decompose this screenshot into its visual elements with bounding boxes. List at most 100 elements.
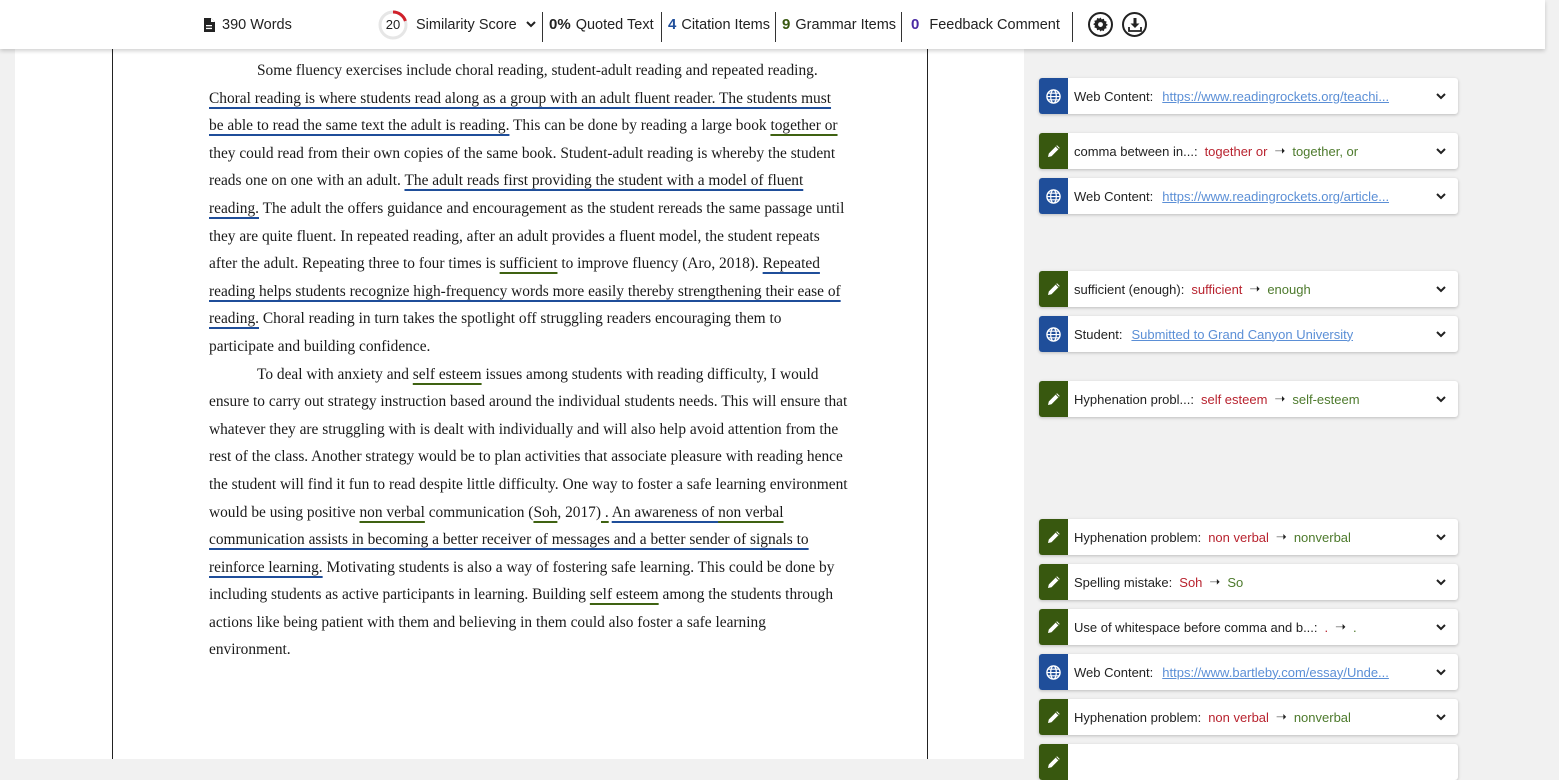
suggested-text[interactable]: nonverbal <box>1294 710 1351 725</box>
chevron-down-icon[interactable] <box>1436 664 1446 679</box>
original-text: sufficient <box>1191 281 1243 297</box>
feedback-card[interactable]: Web Content: https://www.bartleby.com/ess… <box>1039 654 1458 690</box>
grammar-highlight[interactable]: Soh <box>533 504 557 521</box>
pencil-icon <box>1039 381 1068 417</box>
source-link[interactable]: https://www.readingrockets.org/article..… <box>1162 189 1389 204</box>
chevron-down-icon <box>526 21 536 28</box>
original-text: Soh <box>1179 574 1203 590</box>
suggested-text[interactable]: together, or <box>1292 144 1358 159</box>
paragraph: To deal with anxiety and self esteem iss… <box>209 365 848 659</box>
feedback-card-label: Use of whitespace before comma and b...: <box>1074 619 1318 635</box>
arrow-right-icon: ➝ <box>1249 281 1261 296</box>
pencil-icon <box>1039 609 1068 645</box>
toolbar-divider <box>775 12 776 42</box>
suggested-text[interactable]: enough <box>1267 282 1310 297</box>
arrow-right-icon: ➝ <box>1274 391 1286 406</box>
source-link[interactable]: Submitted to Grand Canyon University <box>1131 327 1353 342</box>
download-button[interactable] <box>1122 0 1147 49</box>
pencil-icon <box>1039 519 1068 555</box>
word-count: 390 Words <box>203 0 292 49</box>
download-icon <box>1127 17 1142 32</box>
feedback-card[interactable]: Hyphenation problem: non verbal ➝ nonverbal <box>1039 699 1458 735</box>
settings-button[interactable] <box>1088 0 1113 49</box>
arrow-right-icon: ➝ <box>1275 709 1287 724</box>
feedback-card-label: sufficient (enough): <box>1074 281 1185 297</box>
document-body: Some fluency exercises include choral re… <box>209 57 849 664</box>
toolbar-divider <box>661 12 662 42</box>
quoted-text-label: Quoted Text <box>575 16 654 33</box>
chevron-down-icon[interactable] <box>1436 88 1446 103</box>
feedback-card[interactable]: Use of whitespace before comma and b...:… <box>1039 609 1458 645</box>
feedback-card-label: Web Content: <box>1074 88 1154 104</box>
feedback-card[interactable] <box>1039 744 1458 780</box>
grammar-items-value: 9 <box>782 16 791 33</box>
chevron-down-icon[interactable] <box>1436 326 1446 341</box>
feedback-card[interactable]: Hyphenation probl...: self esteem ➝ self-es… <box>1039 381 1458 417</box>
pencil-icon <box>1039 133 1068 169</box>
chevron-down-icon[interactable] <box>1436 619 1446 634</box>
page-border-left <box>112 49 113 759</box>
top-toolbar: 390 Words 20 Similarity Score 0% Quoted … <box>0 0 1545 49</box>
similarity-score-dropdown[interactable]: 20 Similarity Score <box>378 0 536 49</box>
grammar-highlight[interactable]: non verbal <box>718 504 783 521</box>
feedback-card-label: Web Content: <box>1074 664 1154 680</box>
feedback-card[interactable]: Hyphenation problem: non verbal ➝ nonverbal <box>1039 519 1458 555</box>
chevron-down-icon[interactable] <box>1436 143 1446 158</box>
feedback-comment-label: Feedback Comment <box>929 16 1060 33</box>
suggested-text[interactable]: self-esteem <box>1292 392 1359 407</box>
pencil-icon <box>1039 744 1068 780</box>
quoted-text-value: 0% <box>549 16 571 33</box>
grammar-highlight[interactable]: self esteem <box>590 586 659 603</box>
feedback-card-label: comma between in...: <box>1074 143 1198 159</box>
feedback-card[interactable]: Web Content: https://www.readingrockets.o… <box>1039 78 1458 114</box>
similarity-gauge: 20 <box>378 9 408 40</box>
globe-icon <box>1039 654 1068 690</box>
feedback-card[interactable]: sufficient (enough): sufficient ➝ enough <box>1039 271 1458 307</box>
suggested-text[interactable]: So <box>1227 575 1243 590</box>
feedback-card[interactable]: Student: Submitted to Grand Canyon Univer… <box>1039 316 1458 352</box>
grammar-highlight[interactable]: self esteem <box>413 366 482 383</box>
source-link[interactable]: https://www.readingrockets.org/teachi... <box>1162 89 1389 104</box>
feedback-card[interactable]: comma between in...: together or ➝ together… <box>1039 133 1458 169</box>
toolbar-divider <box>901 12 902 42</box>
arrow-right-icon: ➝ <box>1275 529 1287 544</box>
feedback-card-label: Hyphenation probl...: <box>1074 391 1194 407</box>
feedback-comment-toggle[interactable]: 0 Feedback Comment <box>911 0 1060 49</box>
toolbar-divider <box>1072 12 1073 42</box>
suggested-text[interactable]: . <box>1353 620 1357 635</box>
chevron-down-icon[interactable] <box>1436 391 1446 406</box>
pencil-icon <box>1039 564 1068 600</box>
arrow-right-icon: ➝ <box>1209 574 1221 589</box>
grammar-highlight[interactable]: . <box>601 504 609 521</box>
chevron-down-icon[interactable] <box>1436 574 1446 589</box>
quoted-text-toggle[interactable]: 0% Quoted Text <box>549 0 654 49</box>
grammar-highlight[interactable]: sufficient <box>500 255 558 272</box>
word-count-label: 390 Words <box>222 16 292 33</box>
arrow-right-icon: ➝ <box>1335 619 1347 634</box>
grammar-highlight[interactable]: together or <box>770 117 837 134</box>
globe-icon <box>1039 78 1068 114</box>
feedback-card[interactable]: Spelling mistake: Soh ➝ So <box>1039 564 1458 600</box>
citation-items-value: 4 <box>668 16 677 33</box>
pencil-icon <box>1039 699 1068 735</box>
chevron-down-icon[interactable] <box>1436 188 1446 203</box>
citation-items-toggle[interactable]: 4 Citation Items <box>668 0 770 49</box>
feedback-card[interactable]: Web Content: https://www.readingrockets.o… <box>1039 178 1458 214</box>
chevron-down-icon[interactable] <box>1436 529 1446 544</box>
feedback-card-label: Student: <box>1074 326 1123 342</box>
original-text: non verbal <box>1208 529 1269 545</box>
chevron-down-icon[interactable] <box>1436 281 1446 296</box>
globe-icon <box>1039 178 1068 214</box>
similarity-score-label: Similarity Score <box>416 16 517 33</box>
toolbar-divider <box>542 12 543 42</box>
suggested-text[interactable]: nonverbal <box>1294 530 1351 545</box>
grammar-highlight[interactable]: non verbal <box>359 504 424 521</box>
chevron-down-icon[interactable] <box>1436 709 1446 724</box>
grammar-items-toggle[interactable]: 9 Grammar Items <box>782 0 896 49</box>
arrow-right-icon: ➝ <box>1274 143 1286 158</box>
feedback-card-label: Hyphenation problem: <box>1074 709 1202 725</box>
source-link[interactable]: https://www.bartleby.com/essay/Unde... <box>1162 665 1389 680</box>
feedback-card-label: Spelling mistake: <box>1074 574 1173 590</box>
grammar-items-label: Grammar Items <box>795 16 897 33</box>
gear-icon <box>1093 17 1108 32</box>
